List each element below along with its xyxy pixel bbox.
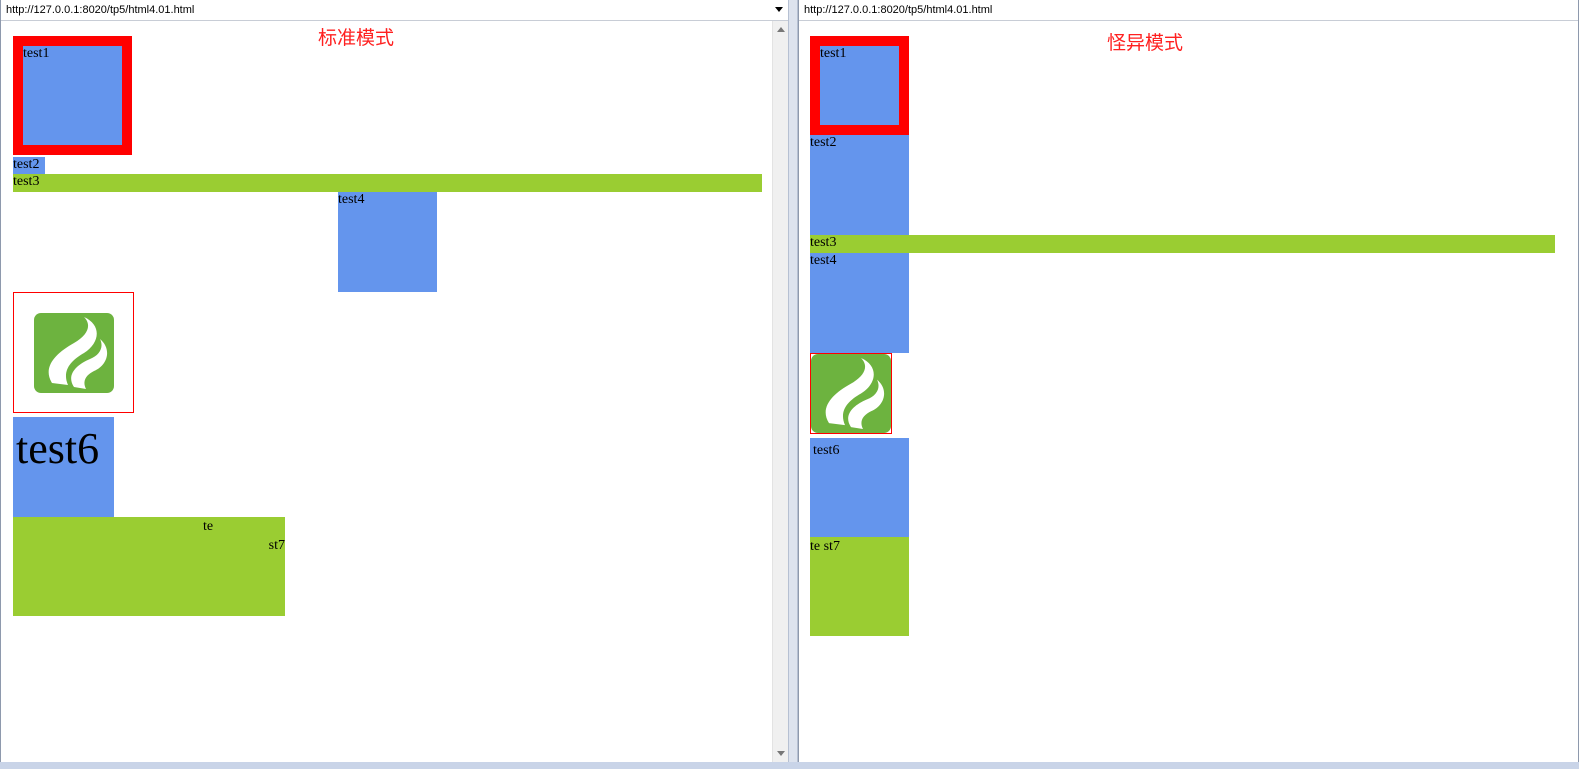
test4-label: test4 — [338, 192, 365, 207]
quirks-mode-pane: http://127.0.0.1:8020/tp5/html4.01.html … — [798, 0, 1579, 762]
test1-label: test1 — [23, 46, 50, 61]
test3-label: test3 — [810, 235, 837, 250]
address-bar[interactable]: http://127.0.0.1:8020/tp5/html4.01.html — [1, 0, 789, 21]
test7-label-part1: te — [203, 519, 214, 534]
logo-image-frame — [13, 292, 134, 413]
test2-box: test2 — [13, 157, 45, 175]
test6-box: test6 — [13, 417, 114, 517]
window-bottom-border — [0, 762, 1579, 769]
chevron-down-icon[interactable] — [775, 7, 783, 12]
address-bar[interactable]: http://127.0.0.1:8020/tp5/html4.01.html — [799, 0, 1578, 21]
test7-box: te st7 — [810, 537, 909, 636]
test6-label: test6 — [813, 443, 840, 458]
test4-box: test4 — [810, 253, 909, 353]
test3-box: test3 — [13, 174, 762, 192]
standard-mode-pane: http://127.0.0.1:8020/tp5/html4.01.html … — [0, 0, 790, 762]
test1-label: test1 — [820, 46, 847, 61]
test7-label: te st7 — [810, 539, 840, 554]
address-url: http://127.0.0.1:8020/tp5/html4.01.html — [804, 4, 993, 16]
mode-title: 怪异模式 — [1107, 32, 1184, 54]
test2-box: test2 — [810, 135, 909, 235]
vertical-scrollbar[interactable] — [772, 21, 789, 762]
test7-label-part2: st7 — [268, 538, 285, 553]
mode-title: 标准模式 — [318, 27, 395, 49]
page-content: 怪异模式 test1 test2 test3 test4 test6 te st… — [799, 21, 1578, 762]
test1-box: test1 — [13, 36, 132, 155]
flame-logo-icon — [34, 313, 114, 393]
test2-label: test2 — [13, 157, 40, 172]
logo-image-frame — [810, 353, 892, 434]
address-url: http://127.0.0.1:8020/tp5/html4.01.html — [6, 4, 195, 16]
test2-label: test2 — [810, 135, 837, 150]
test4-box: test4 — [338, 192, 437, 292]
test6-label: test6 — [16, 424, 100, 473]
test3-label: test3 — [13, 174, 40, 189]
test3-box: test3 — [810, 235, 1555, 253]
scroll-down-arrow-icon[interactable] — [777, 751, 785, 756]
page-content: 标准模式 test1 test2 test3 test4 test6 te st… — [1, 21, 789, 762]
test7-box: te st7 — [13, 517, 285, 616]
test6-box: test6 — [810, 438, 909, 538]
pane-splitter[interactable] — [788, 0, 798, 762]
scroll-up-arrow-icon[interactable] — [777, 27, 785, 32]
flame-logo-icon — [811, 354, 891, 433]
test1-box: test1 — [810, 36, 909, 135]
test4-label: test4 — [810, 253, 837, 268]
